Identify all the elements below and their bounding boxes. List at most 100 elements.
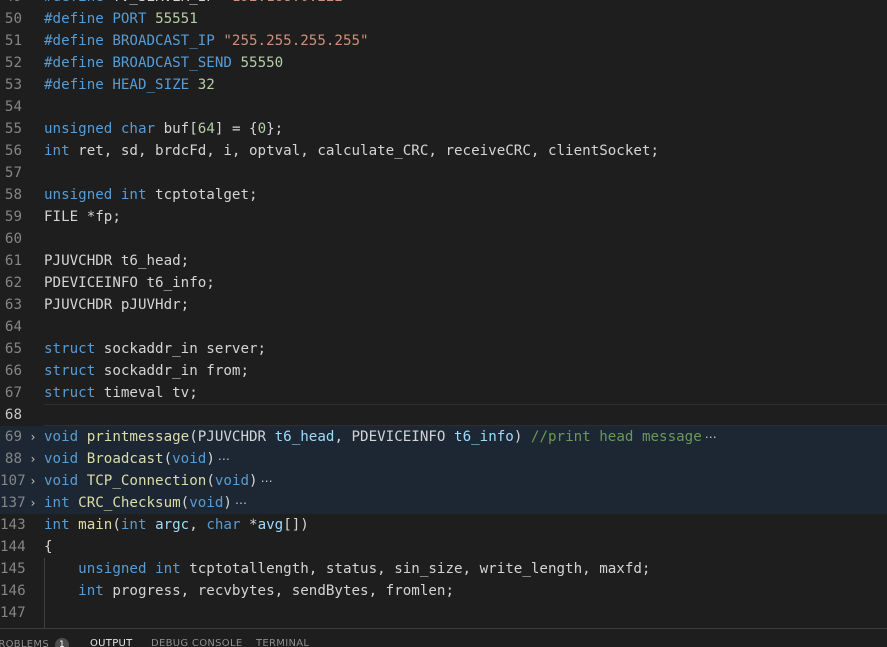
code-token: void	[44, 473, 79, 489]
code-line[interactable]: 66 struct sockaddr_in from;	[0, 360, 887, 382]
code-line[interactable]: 53 #define HEAD_SIZE 32	[0, 74, 887, 96]
code-line[interactable]: 62 PDEVICEINFO t6_info;	[0, 272, 887, 294]
code-token: HEAD_SIZE	[112, 77, 190, 93]
code-token: *	[240, 517, 258, 533]
folded-region-ellipsis-icon[interactable]: ⋯	[258, 474, 273, 488]
line-number: 67	[4, 385, 22, 401]
code-line[interactable]: 57	[0, 162, 887, 184]
code-text: void Broadcast(void) ⋯	[44, 448, 230, 470]
folded-region-ellipsis-icon[interactable]: ⋯	[232, 496, 247, 510]
line-number: 144	[0, 539, 26, 555]
code-line[interactable]: 55 unsigned char buf[64] = {0};	[0, 118, 887, 140]
line-number: 56	[4, 143, 22, 159]
code-token: Broadcast	[86, 451, 164, 467]
code-line[interactable]: 68	[0, 404, 887, 426]
folded-region-ellipsis-icon[interactable]: ⋯	[702, 430, 717, 444]
code-text: int progress, recvbytes, sendBytes, from…	[44, 580, 454, 602]
code-token: TV_SERVER_IP	[112, 0, 223, 5]
code-line[interactable]: 50 #define PORT 55551	[0, 8, 887, 30]
code-token: progress, recvbytes, sendBytes, fromlen;	[103, 583, 455, 599]
code-token: 64	[197, 121, 215, 137]
code-token: int	[78, 583, 104, 599]
code-line-folded[interactable]: 107 › void TCP_Connection(void) ⋯	[0, 470, 887, 492]
code-line[interactable]: 52 #define BROADCAST_SEND 55550	[0, 52, 887, 74]
code-line[interactable]: 63 PJUVCHDR pJUVHdr;	[0, 294, 887, 316]
code-token: void	[44, 429, 79, 445]
code-token: {	[44, 539, 53, 555]
code-line-folded[interactable]: 69 › void printmessage(PJUVCHDR t6_head, P…	[0, 426, 887, 448]
code-line[interactable]: 51 #define BROADCAST_IP "255.255.255.255"	[0, 30, 887, 52]
code-token: ] = {	[214, 121, 258, 137]
folded-region-ellipsis-icon[interactable]: ⋯	[215, 452, 230, 466]
code-token: };	[266, 121, 284, 137]
code-token: int	[120, 187, 147, 203]
fold-chevron-right-icon[interactable]: ›	[26, 492, 40, 514]
fold-chevron-right-icon[interactable]: ›	[26, 448, 40, 470]
code-line[interactable]: 146 int progress, recvbytes, sendBytes, …	[0, 580, 887, 602]
code-token: "192.168.0.222"	[223, 0, 351, 5]
line-number: 146	[0, 583, 26, 599]
line-number: 57	[4, 165, 22, 181]
code-line[interactable]: 64	[0, 316, 887, 338]
code-token: (	[163, 451, 173, 467]
code-token: PORT	[112, 11, 147, 27]
code-token: #define	[44, 11, 104, 27]
code-token: void	[44, 451, 79, 467]
code-token: timeval tv;	[95, 385, 198, 401]
code-token: (PJUVCHDR	[189, 429, 275, 445]
line-number: 62	[4, 275, 22, 291]
code-text: int ret, sd, brdcFd, i, optval, calculat…	[44, 140, 659, 162]
code-line[interactable]: 56 int ret, sd, brdcFd, i, optval, calcul…	[0, 140, 887, 162]
code-token: FILE *fp;	[44, 209, 121, 225]
code-text: PJUVCHDR t6_head;	[44, 250, 189, 272]
code-line[interactable]: 61 PJUVCHDR t6_head;	[0, 250, 887, 272]
code-text: {	[44, 536, 53, 558]
code-line[interactable]: 60	[0, 228, 887, 250]
code-line[interactable]: 59 FILE *fp;	[0, 206, 887, 228]
fold-chevron-right-icon[interactable]: ›	[26, 470, 40, 492]
code-text: int CRC_Checksum(void) ⋯	[44, 492, 247, 514]
code-token: (	[112, 517, 121, 533]
code-token: 55551	[155, 11, 198, 27]
code-editor[interactable]: 49#define TV_SERVER_IP "192.168.0.222"50…	[0, 0, 887, 628]
code-text: void TCP_Connection(void) ⋯	[44, 470, 273, 492]
code-token: (	[180, 495, 190, 511]
code-text: PJUVCHDR pJUVHdr;	[44, 294, 189, 316]
code-line[interactable]: 49 #define TV_SERVER_IP "192.168.0.222"	[0, 0, 887, 8]
code-line[interactable]: 145 unsigned int tcptotallength, status,…	[0, 558, 887, 580]
code-token: )	[513, 429, 531, 445]
code-line-folded[interactable]: 88 › void Broadcast(void) ⋯	[0, 448, 887, 470]
code-line[interactable]: 144 {	[0, 536, 887, 558]
line-number: 88	[4, 451, 22, 467]
line-number: 66	[4, 363, 22, 379]
code-line[interactable]: 58 unsigned int tcptotalget;	[0, 184, 887, 206]
line-number: 55	[4, 121, 22, 137]
code-line[interactable]: 67 struct timeval tv;	[0, 382, 887, 404]
code-token: avg	[257, 517, 284, 533]
code-token: tcptotallength, status, sin_size, write_…	[180, 561, 651, 577]
line-number: 51	[4, 33, 22, 49]
code-token: unsigned	[78, 561, 147, 577]
code-token: int	[44, 143, 70, 159]
fold-chevron-right-icon[interactable]: ›	[26, 426, 40, 448]
code-text: unsigned int tcptotalget;	[44, 184, 258, 206]
code-token: #define	[44, 77, 104, 93]
code-token: TCP_Connection	[86, 473, 207, 489]
code-token: void	[189, 495, 224, 511]
code-token: , PDEVICEINFO	[334, 429, 455, 445]
code-line-folded[interactable]: 137 › int CRC_Checksum(void) ⋯	[0, 492, 887, 514]
code-line[interactable]: 147	[0, 602, 887, 624]
code-line[interactable]: 54	[0, 96, 887, 118]
code-line[interactable]: 65 struct sockaddr_in server;	[0, 338, 887, 360]
line-number: 59	[4, 209, 22, 225]
line-number: 143	[0, 517, 26, 533]
code-line[interactable]: 143 int main(int argc, char *avg[])	[0, 514, 887, 536]
code-token: struct	[44, 341, 96, 357]
code-token: )	[206, 451, 215, 467]
code-text: struct sockaddr_in server;	[44, 338, 266, 360]
